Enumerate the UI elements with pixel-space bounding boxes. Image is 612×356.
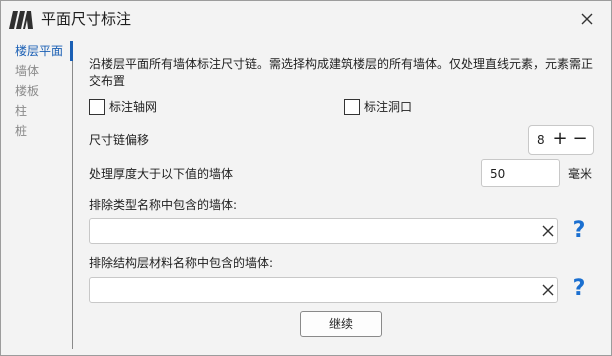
checkbox-annotate-grid[interactable]: 标注轴网 xyxy=(89,99,179,117)
sidebar-item-columns[interactable]: 柱 xyxy=(15,103,27,119)
sidebar-item-slabs[interactable]: 楼板 xyxy=(15,83,39,99)
checkbox-box[interactable] xyxy=(89,99,105,115)
exclude-material-label: 排除结构层材料名称中包含的墙体: xyxy=(89,256,274,270)
clear-icon[interactable] xyxy=(540,282,556,298)
checkbox-box[interactable] xyxy=(344,99,360,115)
exclude-material-input[interactable] xyxy=(89,277,558,303)
window-title: 平面尺寸标注 xyxy=(41,10,132,28)
checkbox-annotate-openings[interactable]: 标注洞口 xyxy=(344,99,434,117)
help-icon[interactable]: ? xyxy=(571,278,587,300)
description-text: 沿楼层平面所有墙体标注尺寸链。需选择构成建筑楼层的所有墙体。仅处理直线元素，元素… xyxy=(89,57,594,88)
clear-icon[interactable] xyxy=(540,223,556,239)
offset-value: 8 xyxy=(537,133,545,147)
sidebar-item-piles[interactable]: 桩 xyxy=(15,123,27,139)
decrement-button[interactable]: − xyxy=(571,130,589,148)
thickness-input[interactable]: 50 xyxy=(481,159,560,187)
sidebar: 楼层平面 墙体 楼板 柱 桩 xyxy=(1,39,73,351)
checkbox-label: 标注轴网 xyxy=(109,100,158,114)
app-logo-icon xyxy=(9,11,33,29)
sidebar-divider xyxy=(72,41,73,349)
thickness-unit: 毫米 xyxy=(568,167,593,181)
thickness-value: 50 xyxy=(490,167,506,181)
exclude-type-label: 排除类型名称中包含的墙体: xyxy=(89,198,238,212)
thickness-label: 处理厚度大于以下值的墙体 xyxy=(89,167,234,181)
continue-button[interactable]: 继续 xyxy=(300,311,382,337)
checkbox-label: 标注洞口 xyxy=(364,100,413,114)
offset-label: 尺寸链偏移 xyxy=(89,133,150,147)
increment-button[interactable]: + xyxy=(551,130,569,148)
exclude-type-input[interactable] xyxy=(89,218,558,244)
close-icon[interactable] xyxy=(577,9,597,29)
sidebar-item-floor-plan[interactable]: 楼层平面 xyxy=(15,43,63,59)
dialog-window: 平面尺寸标注 楼层平面 墙体 楼板 柱 桩 沿楼层平面所有墙体标注尺寸链。需选择… xyxy=(0,0,612,356)
titlebar: 平面尺寸标注 xyxy=(1,1,611,37)
sidebar-item-walls[interactable]: 墙体 xyxy=(15,63,39,79)
sidebar-active-indicator xyxy=(70,41,73,61)
offset-stepper[interactable]: 8 + − xyxy=(528,125,594,155)
help-icon[interactable]: ? xyxy=(571,220,587,242)
